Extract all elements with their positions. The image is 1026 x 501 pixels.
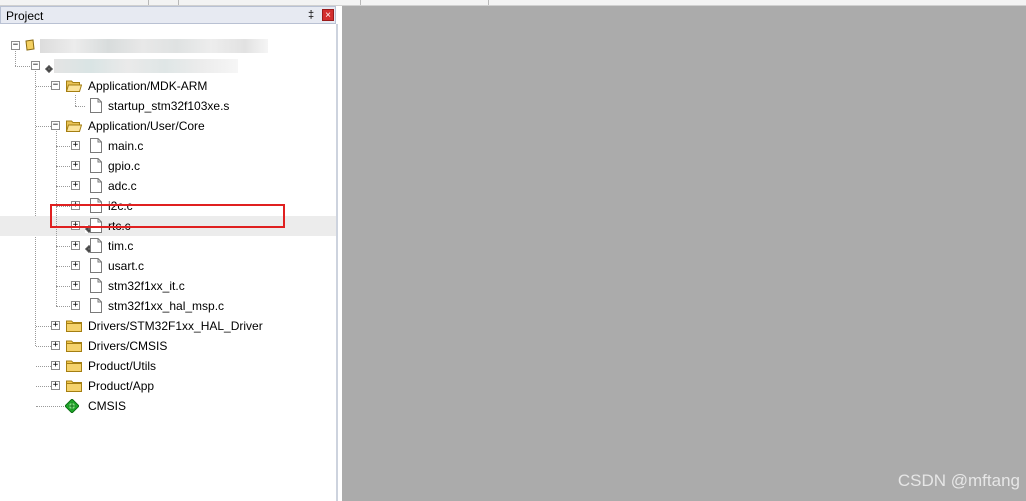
tree-connector-horizontal — [36, 346, 51, 347]
config-gear-icon — [45, 65, 53, 73]
tree-connector-horizontal — [36, 326, 51, 327]
folder-icon — [66, 320, 82, 332]
expand-icon[interactable]: + — [71, 181, 80, 190]
folder-icon — [66, 360, 82, 372]
tree-connector-horizontal — [56, 186, 70, 187]
blurred-project-name — [40, 39, 268, 53]
expand-icon[interactable]: + — [51, 341, 60, 350]
tree-file-stm32f1xx-hal-msp-c[interactable]: + stm32f1xx_hal_msp.c — [0, 296, 336, 316]
tree-file-tim-c[interactable]: + tim.c — [0, 236, 336, 256]
expand-icon[interactable]: + — [51, 321, 60, 330]
file-icon — [90, 278, 102, 293]
highlight-box — [50, 204, 285, 228]
tree-item-label: startup_stm32f103xe.s — [108, 99, 230, 113]
tree-item-label: main.c — [108, 139, 144, 153]
expand-icon[interactable]: + — [51, 361, 60, 370]
tree-connector-horizontal — [36, 86, 51, 87]
tree-file-adc-c[interactable]: + adc.c — [0, 176, 336, 196]
tree-item-label: usart.c — [108, 259, 145, 273]
expand-icon[interactable]: + — [71, 141, 80, 150]
folder-icon — [66, 380, 82, 392]
project-tree: − − − Application/MDK-ARM startup_stm32f103x… — [0, 24, 336, 501]
tree-connector-vertical — [75, 95, 76, 106]
tree-file-startup-stm32f103xe-s[interactable]: startup_stm32f103xe.s — [0, 96, 336, 116]
tree-item-label: Product/App — [88, 379, 155, 393]
toolbar-divider — [148, 0, 149, 5]
tree-root-project[interactable]: − — [0, 36, 336, 56]
tree-file-usart-c[interactable]: + usart.c — [0, 256, 336, 276]
tree-item-label: Drivers/CMSIS — [88, 339, 168, 353]
expand-icon[interactable]: + — [71, 241, 80, 250]
expand-icon[interactable]: + — [71, 161, 80, 170]
tree-connector-horizontal — [36, 386, 51, 387]
tree-item-label: gpio.c — [108, 159, 141, 173]
project-panel: Project ‡ × − − − Application/MDK-ARM startu… — [0, 6, 340, 501]
watermark: CSDN @mftang — [897, 471, 1020, 490]
tree-item-label: Drivers/STM32F1xx_HAL_Driver — [88, 319, 263, 333]
tree-connector-horizontal — [56, 166, 70, 167]
file-icon — [90, 258, 102, 273]
tree-connector-horizontal — [56, 146, 70, 147]
tree-item-label: CMSIS — [88, 399, 127, 413]
file-icon — [90, 158, 102, 173]
tree-file-stm32f1xx-it-c[interactable]: + stm32f1xx_it.c — [0, 276, 336, 296]
panel-title: Project — [6, 9, 44, 23]
tree-connector-horizontal — [56, 306, 70, 307]
tree-target[interactable]: − — [0, 56, 336, 76]
file-icon — [90, 238, 102, 253]
file-icon — [90, 138, 102, 153]
folder-open-icon — [66, 80, 82, 92]
expand-icon[interactable]: + — [71, 281, 80, 290]
tree-file-gpio-c[interactable]: + gpio.c — [0, 156, 336, 176]
tree-connector-horizontal — [56, 266, 70, 267]
pin-icon[interactable]: ‡ — [304, 8, 318, 22]
collapse-icon[interactable]: − — [31, 61, 40, 70]
folder-icon — [66, 340, 82, 352]
file-icon — [90, 298, 102, 313]
expand-icon[interactable]: + — [71, 261, 80, 270]
tree-item-label: stm32f1xx_hal_msp.c — [108, 299, 225, 313]
collapse-icon[interactable]: − — [51, 121, 60, 130]
toolbar-divider — [488, 0, 489, 5]
file-icon — [90, 98, 102, 113]
cmsis-diamond-icon — [65, 399, 79, 413]
tree-item-label: Application/MDK-ARM — [88, 79, 208, 93]
tree-item-label: stm32f1xx_it.c — [108, 279, 185, 293]
tree-connector-horizontal — [36, 126, 51, 127]
panel-border — [336, 24, 338, 501]
expand-icon[interactable]: + — [71, 301, 80, 310]
tree-item-label: Application/User/Core — [88, 119, 205, 133]
tree-item-label: adc.c — [108, 179, 137, 193]
toolbar-divider — [360, 0, 361, 5]
editor-area — [342, 6, 1026, 501]
tree-connector-horizontal — [36, 406, 64, 407]
project-root-icon — [25, 39, 35, 51]
close-icon[interactable]: × — [322, 9, 334, 21]
collapse-icon[interactable]: − — [51, 81, 60, 90]
tree-connector-horizontal — [75, 106, 85, 107]
tree-item-label: Product/Utils — [88, 359, 157, 373]
tree-connector-horizontal — [56, 246, 70, 247]
toolbar-divider — [178, 0, 179, 5]
collapse-icon[interactable]: − — [11, 41, 20, 50]
tree-file-main-c[interactable]: + main.c — [0, 136, 336, 156]
project-panel-header: Project ‡ × — [0, 6, 336, 24]
blurred-target-name — [54, 59, 238, 73]
tree-item-label: tim.c — [108, 239, 134, 253]
expand-icon[interactable]: + — [51, 381, 60, 390]
folder-open-icon — [66, 120, 82, 132]
tree-connector-horizontal — [15, 66, 30, 67]
file-icon — [90, 178, 102, 193]
tree-connector-vertical — [15, 51, 16, 66]
tree-connector-horizontal — [56, 286, 70, 287]
tree-connector-horizontal — [36, 366, 51, 367]
